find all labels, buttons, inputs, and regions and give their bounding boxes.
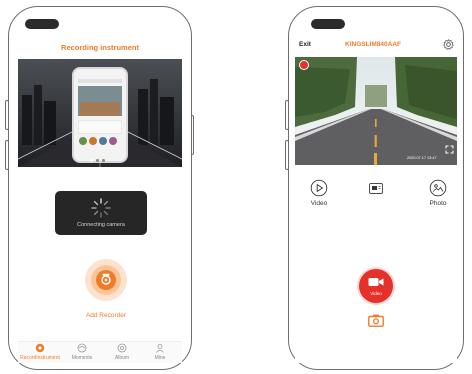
exit-button[interactable]: Exit	[299, 41, 311, 48]
page-title: Recording instrument	[61, 43, 139, 52]
play-icon	[310, 179, 328, 197]
loading-spinner-icon	[91, 198, 111, 218]
fullscreen-icon[interactable]	[445, 145, 454, 154]
tab-label: RecordInstrument	[20, 355, 60, 361]
action-label: Video	[310, 200, 328, 207]
video-timestamp: 2020.07.17 13:47	[407, 156, 437, 160]
tab-label: Mine	[154, 355, 166, 361]
video-action[interactable]: Video	[305, 179, 333, 211]
record-button-label: Video	[370, 291, 382, 296]
snapshot-camera-icon[interactable]	[368, 314, 384, 327]
sd-card-icon	[369, 183, 383, 194]
dashcam-icon	[101, 273, 111, 285]
photo-action[interactable]: Photo	[423, 179, 453, 211]
right-phone-frame: Exit KINGSLIM840AAF 2020.07.17 13:47 Vid…	[288, 6, 464, 370]
phone-mockup-image	[72, 67, 128, 163]
road-camera-feed	[295, 57, 457, 165]
action-label: Photo	[429, 200, 447, 207]
bottom-tab-bar: RecordInstrument Moments Album Mine	[18, 341, 182, 363]
tab-label: Album	[114, 355, 130, 361]
left-phone-frame: Recording instrument Connecting camera A…	[8, 6, 192, 370]
sd-card-action[interactable]	[369, 181, 385, 195]
connecting-text: Connecting camera	[77, 222, 125, 228]
device-name: KINGSLIM840AAF	[345, 41, 401, 48]
record-video-button[interactable]: Video	[359, 269, 393, 303]
add-recorder-label[interactable]: Add Recorder	[48, 312, 164, 319]
moments-icon	[77, 343, 87, 353]
promo-banner[interactable]	[18, 59, 182, 167]
tab-album[interactable]: Album	[102, 343, 142, 361]
right-screen: Exit KINGSLIM840AAF 2020.07.17 13:47 Vid…	[295, 31, 457, 363]
connecting-toast: Connecting camera	[55, 191, 147, 235]
speaker-notch	[25, 19, 59, 29]
live-video-view[interactable]: 2020.07.17 13:47	[295, 57, 457, 165]
user-icon	[156, 344, 164, 353]
tab-label: Moments	[71, 355, 93, 361]
add-recorder-button[interactable]	[85, 259, 127, 301]
tab-record-instrument[interactable]: RecordInstrument	[20, 343, 60, 361]
carousel-dots[interactable]	[90, 159, 110, 163]
photo-icon	[429, 179, 447, 197]
tab-mine[interactable]: Mine	[140, 343, 180, 361]
tab-moments[interactable]: Moments	[62, 343, 102, 361]
album-icon	[117, 343, 127, 353]
speaker-notch	[311, 19, 345, 29]
video-camera-icon	[368, 278, 384, 286]
camera-icon	[35, 343, 45, 353]
left-screen: Recording instrument Connecting camera A…	[18, 35, 182, 363]
recording-indicator-icon	[299, 60, 309, 70]
settings-gear-icon[interactable]	[443, 39, 454, 50]
